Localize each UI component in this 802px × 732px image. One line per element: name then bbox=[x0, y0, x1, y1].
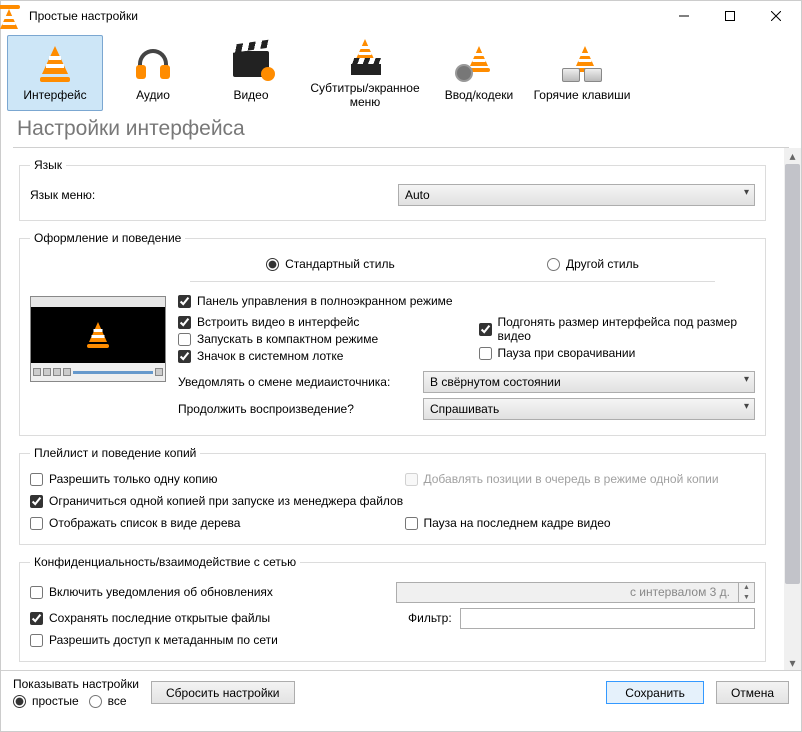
continue-playback-label: Продолжить воспроизведение? bbox=[178, 402, 413, 416]
clapboard-icon bbox=[231, 44, 271, 84]
tab-label: Видео bbox=[233, 88, 268, 102]
close-button[interactable] bbox=[753, 1, 799, 31]
chk-enqueue bbox=[405, 473, 418, 486]
group-legend: Конфиденциальность/взаимодействие с сеть… bbox=[30, 555, 300, 569]
spinner-down: ▼ bbox=[739, 592, 754, 602]
group-privacy: Конфиденциальность/взаимодействие с сеть… bbox=[19, 555, 766, 662]
chk-label: Пауза при сворачивании bbox=[498, 346, 636, 360]
chk-single-instance[interactable] bbox=[30, 473, 43, 486]
tab-interface[interactable]: Интерфейс bbox=[7, 35, 103, 111]
radio-label: Другой стиль bbox=[566, 257, 639, 271]
footer: Показывать настройки простые все Сбросит… bbox=[1, 670, 801, 718]
tab-hotkeys[interactable]: Горячие клавиши bbox=[529, 35, 635, 111]
cone-icon bbox=[86, 322, 110, 348]
save-button[interactable]: Сохранить bbox=[606, 681, 704, 704]
group-playlist: Плейлист и поведение копий Разрешить тол… bbox=[19, 446, 766, 545]
cone-icon bbox=[35, 44, 75, 84]
tab-video[interactable]: Видео bbox=[203, 35, 299, 111]
group-look: Оформление и поведение Стандартный стиль… bbox=[19, 231, 766, 436]
chk-fullscreen-controls[interactable] bbox=[178, 295, 191, 308]
page-title: Настройки интерфейса bbox=[1, 111, 801, 147]
continue-playback-select[interactable]: Спрашивать bbox=[423, 398, 755, 420]
update-interval-spinner: с интервалом 3 д. ▲▼ bbox=[396, 582, 756, 603]
radio-all[interactable] bbox=[89, 695, 102, 708]
chk-label: Встроить видео в интерфейс bbox=[197, 315, 359, 329]
radio-standard-style[interactable] bbox=[266, 258, 279, 271]
tab-label: Субтитры/экранное меню bbox=[302, 81, 428, 109]
chk-embed-video[interactable] bbox=[178, 316, 191, 329]
group-legend: Язык bbox=[30, 158, 66, 172]
settings-scroll-area: Язык Язык меню: Auto Оформление и поведе… bbox=[1, 148, 784, 670]
chk-save-recent[interactable] bbox=[30, 612, 43, 625]
radio-other-style[interactable] bbox=[547, 258, 560, 271]
chk-label: Подгонять размер интерфейса под размер в… bbox=[498, 315, 756, 343]
chk-label: Разрешить доступ к метаданным по сети bbox=[49, 633, 278, 647]
chk-one-instance-fm[interactable] bbox=[30, 495, 43, 508]
tab-label: Ввод/кодеки bbox=[445, 88, 513, 102]
group-legend: Оформление и поведение bbox=[30, 231, 185, 245]
scroll-down-arrow[interactable]: ▾ bbox=[784, 655, 801, 670]
chk-compact[interactable] bbox=[178, 333, 191, 346]
menu-language-select[interactable]: Auto bbox=[398, 184, 755, 206]
titlebar: Простые настройки bbox=[1, 1, 801, 31]
radio-simple[interactable] bbox=[13, 695, 26, 708]
reset-button[interactable]: Сбросить настройки bbox=[151, 681, 294, 704]
cone-clap-icon bbox=[345, 37, 385, 77]
chk-tree-view[interactable] bbox=[30, 517, 43, 530]
app-icon bbox=[9, 9, 23, 23]
cone-keys-icon bbox=[562, 44, 602, 84]
media-change-select[interactable]: В свёрнутом состоянии bbox=[423, 371, 755, 393]
chk-label: Сохранять последние открытые файлы bbox=[49, 611, 270, 625]
chk-label: Ограничиться одной копией при запуске из… bbox=[49, 494, 403, 508]
radio-label: все bbox=[108, 694, 127, 708]
spinner-value: с интервалом 3 д. bbox=[397, 585, 739, 599]
chk-label: Пауза на последнем кадре видео bbox=[424, 516, 611, 530]
tab-label: Аудио bbox=[136, 88, 170, 102]
chk-tray[interactable] bbox=[178, 350, 191, 363]
menu-language-label: Язык меню: bbox=[30, 188, 390, 202]
tab-label: Горячие клавиши bbox=[534, 88, 631, 102]
chk-label: Добавлять позиции в очередь в режиме одн… bbox=[424, 472, 719, 486]
tab-codecs[interactable]: Ввод/кодеки bbox=[431, 35, 527, 111]
maximize-button[interactable] bbox=[707, 1, 753, 31]
filter-input[interactable] bbox=[460, 608, 755, 629]
chk-pause-last-frame[interactable] bbox=[405, 517, 418, 530]
radio-label: Стандартный стиль bbox=[285, 257, 395, 271]
cone-gear-icon bbox=[459, 44, 499, 84]
minimize-button[interactable] bbox=[661, 1, 707, 31]
minimize-icon bbox=[679, 11, 689, 21]
show-settings-label: Показывать настройки bbox=[13, 677, 139, 691]
chk-label: Включить уведомления об обновлениях bbox=[49, 585, 273, 599]
tab-subtitles[interactable]: Субтитры/экранное меню bbox=[301, 35, 429, 111]
chk-update-notify[interactable] bbox=[30, 586, 43, 599]
window-title: Простые настройки bbox=[29, 9, 661, 23]
spinner-up: ▲ bbox=[739, 582, 754, 592]
maximize-icon bbox=[725, 11, 735, 21]
chk-pause-minimize[interactable] bbox=[479, 347, 492, 360]
radio-label: простые bbox=[32, 694, 79, 708]
cancel-button[interactable]: Отмена bbox=[716, 681, 789, 704]
close-icon bbox=[771, 11, 781, 21]
chk-resize-interface[interactable] bbox=[479, 323, 492, 336]
chk-label: Значок в системном лотке bbox=[197, 349, 343, 363]
chk-metadata-network[interactable] bbox=[30, 634, 43, 647]
vertical-scrollbar[interactable]: ▴ ▾ bbox=[784, 148, 801, 670]
tab-label: Интерфейс bbox=[23, 88, 86, 102]
group-language: Язык Язык меню: Auto bbox=[19, 158, 766, 221]
chk-label: Разрешить только одну копию bbox=[49, 472, 217, 486]
category-tabs: Интерфейс Аудио Видео Субтитры/экранное … bbox=[1, 31, 801, 111]
chk-label: Запускать в компактном режиме bbox=[197, 332, 378, 346]
scroll-up-arrow[interactable]: ▴ bbox=[784, 148, 801, 163]
group-legend: Плейлист и поведение копий bbox=[30, 446, 200, 460]
filter-label: Фильтр: bbox=[408, 611, 452, 625]
scrollbar-thumb[interactable] bbox=[785, 164, 800, 584]
chk-label: Отображать список в виде дерева bbox=[49, 516, 240, 530]
headphones-icon bbox=[133, 44, 173, 84]
interface-preview bbox=[30, 296, 166, 382]
tab-audio[interactable]: Аудио bbox=[105, 35, 201, 111]
chk-label: Панель управления в полноэкранном режиме bbox=[197, 294, 453, 308]
media-change-label: Уведомлять о смене медиаисточника: bbox=[178, 375, 413, 389]
divider bbox=[190, 281, 715, 282]
